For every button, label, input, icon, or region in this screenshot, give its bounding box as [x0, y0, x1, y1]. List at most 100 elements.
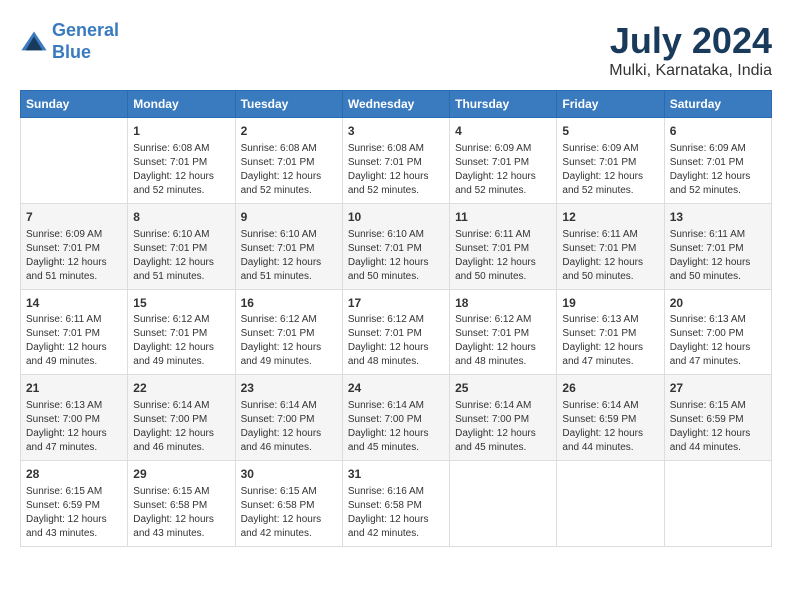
day-number: 30: [241, 466, 337, 483]
calendar-cell: 12 Sunrise: 6:11 AM Sunset: 7:01 PM Dayli…: [557, 203, 664, 289]
calendar-cell: 15Sunrise: 6:12 AM Sunset: 7:01 PM Dayli…: [128, 289, 235, 375]
day-info: Sunrise: 6:14 AM Sunset: 7:00 PM Dayligh…: [348, 399, 444, 455]
calendar-cell: 14Sunrise: 6:11 AM Sunset: 7:01 PM Dayli…: [21, 289, 128, 375]
day-number: 3: [348, 123, 444, 140]
calendar-cell: 8 Sunrise: 6:10 AM Sunset: 7:01 PM Daylig…: [128, 203, 235, 289]
calendar-cell: 21Sunrise: 6:13 AM Sunset: 7:00 PM Dayli…: [21, 375, 128, 461]
calendar-cell: 18Sunrise: 6:12 AM Sunset: 7:01 PM Dayli…: [450, 289, 557, 375]
page-header: General Blue July 2024 Mulki, Karnataka,…: [20, 20, 772, 80]
day-info: Sunrise: 6:14 AM Sunset: 7:00 PM Dayligh…: [133, 399, 229, 455]
day-info: Sunrise: 6:15 AM Sunset: 6:59 PM Dayligh…: [26, 485, 122, 541]
day-info: Sunrise: 6:14 AM Sunset: 6:59 PM Dayligh…: [562, 399, 658, 455]
day-info: Sunrise: 6:16 AM Sunset: 6:58 PM Dayligh…: [348, 485, 444, 541]
day-number: 23: [241, 380, 337, 397]
calendar-week-row: 7 Sunrise: 6:09 AM Sunset: 7:01 PM Daylig…: [21, 203, 772, 289]
day-info: Sunrise: 6:08 AM Sunset: 7:01 PM Dayligh…: [348, 142, 444, 198]
day-number: 15: [133, 295, 229, 312]
day-number: 27: [670, 380, 766, 397]
calendar-cell: 22Sunrise: 6:14 AM Sunset: 7:00 PM Dayli…: [128, 375, 235, 461]
calendar-cell: 16Sunrise: 6:12 AM Sunset: 7:01 PM Dayli…: [235, 289, 342, 375]
calendar-cell: 30 Sunrise: 6:15 AM Sunset: 6:58 PM Dayli…: [235, 461, 342, 547]
day-number: 31: [348, 466, 444, 483]
column-header-monday: Monday: [128, 91, 235, 118]
day-number: 21: [26, 380, 122, 397]
calendar-cell: 20Sunrise: 6:13 AM Sunset: 7:00 PM Dayli…: [664, 289, 771, 375]
calendar-week-row: 28 Sunrise: 6:15 AM Sunset: 6:59 PM Dayli…: [21, 461, 772, 547]
calendar-cell: 29 Sunrise: 6:15 AM Sunset: 6:58 PM Dayli…: [128, 461, 235, 547]
day-info: Sunrise: 6:13 AM Sunset: 7:01 PM Dayligh…: [562, 313, 658, 369]
calendar-cell: 2 Sunrise: 6:08 AM Sunset: 7:01 PM Daylig…: [235, 118, 342, 204]
day-number: 25: [455, 380, 551, 397]
day-info: Sunrise: 6:09 AM Sunset: 7:01 PM Dayligh…: [455, 142, 551, 198]
day-number: 12: [562, 209, 658, 226]
calendar-week-row: 14Sunrise: 6:11 AM Sunset: 7:01 PM Dayli…: [21, 289, 772, 375]
day-number: 20: [670, 295, 766, 312]
calendar-cell: 17Sunrise: 6:12 AM Sunset: 7:01 PM Dayli…: [342, 289, 449, 375]
logo-text-line2: Blue: [52, 42, 119, 64]
calendar-cell: 19Sunrise: 6:13 AM Sunset: 7:01 PM Dayli…: [557, 289, 664, 375]
calendar-cell: [664, 461, 771, 547]
day-number: 6: [670, 123, 766, 140]
day-info: Sunrise: 6:08 AM Sunset: 7:01 PM Dayligh…: [133, 142, 229, 198]
day-number: 9: [241, 209, 337, 226]
day-number: 19: [562, 295, 658, 312]
day-info: Sunrise: 6:15 AM Sunset: 6:58 PM Dayligh…: [241, 485, 337, 541]
day-number: 1: [133, 123, 229, 140]
column-header-sunday: Sunday: [21, 91, 128, 118]
column-header-tuesday: Tuesday: [235, 91, 342, 118]
day-info: Sunrise: 6:12 AM Sunset: 7:01 PM Dayligh…: [348, 313, 444, 369]
calendar-cell: 28 Sunrise: 6:15 AM Sunset: 6:59 PM Dayli…: [21, 461, 128, 547]
day-number: 17: [348, 295, 444, 312]
calendar-cell: 31 Sunrise: 6:16 AM Sunset: 6:58 PM Dayli…: [342, 461, 449, 547]
day-info: Sunrise: 6:10 AM Sunset: 7:01 PM Dayligh…: [348, 228, 444, 284]
calendar-cell: 13Sunrise: 6:11 AM Sunset: 7:01 PM Dayli…: [664, 203, 771, 289]
day-info: Sunrise: 6:10 AM Sunset: 7:01 PM Dayligh…: [133, 228, 229, 284]
day-info: Sunrise: 6:14 AM Sunset: 7:00 PM Dayligh…: [241, 399, 337, 455]
day-number: 2: [241, 123, 337, 140]
column-header-saturday: Saturday: [664, 91, 771, 118]
calendar-cell: 1 Sunrise: 6:08 AM Sunset: 7:01 PM Daylig…: [128, 118, 235, 204]
calendar-table: SundayMondayTuesdayWednesdayThursdayFrid…: [20, 90, 772, 547]
day-number: 18: [455, 295, 551, 312]
day-info: Sunrise: 6:13 AM Sunset: 7:00 PM Dayligh…: [670, 313, 766, 369]
day-number: 4: [455, 123, 551, 140]
day-info: Sunrise: 6:09 AM Sunset: 7:01 PM Dayligh…: [26, 228, 122, 284]
calendar-cell: [450, 461, 557, 547]
calendar-week-row: 1 Sunrise: 6:08 AM Sunset: 7:01 PM Daylig…: [21, 118, 772, 204]
day-info: Sunrise: 6:12 AM Sunset: 7:01 PM Dayligh…: [133, 313, 229, 369]
day-number: 8: [133, 209, 229, 226]
day-info: Sunrise: 6:11 AM Sunset: 7:01 PM Dayligh…: [562, 228, 658, 284]
calendar-header-row: SundayMondayTuesdayWednesdayThursdayFrid…: [21, 91, 772, 118]
calendar-cell: [557, 461, 664, 547]
day-number: 26: [562, 380, 658, 397]
day-number: 29: [133, 466, 229, 483]
logo-icon: [20, 28, 48, 56]
day-number: 7: [26, 209, 122, 226]
day-info: Sunrise: 6:08 AM Sunset: 7:01 PM Dayligh…: [241, 142, 337, 198]
day-info: Sunrise: 6:12 AM Sunset: 7:01 PM Dayligh…: [455, 313, 551, 369]
day-info: Sunrise: 6:09 AM Sunset: 7:01 PM Dayligh…: [562, 142, 658, 198]
day-number: 13: [670, 209, 766, 226]
title-block: July 2024 Mulki, Karnataka, India: [609, 20, 772, 80]
calendar-cell: 3 Sunrise: 6:08 AM Sunset: 7:01 PM Daylig…: [342, 118, 449, 204]
calendar-cell: [21, 118, 128, 204]
day-number: 14: [26, 295, 122, 312]
day-info: Sunrise: 6:12 AM Sunset: 7:01 PM Dayligh…: [241, 313, 337, 369]
day-number: 5: [562, 123, 658, 140]
calendar-cell: 24 Sunrise: 6:14 AM Sunset: 7:00 PM Dayli…: [342, 375, 449, 461]
calendar-cell: 7 Sunrise: 6:09 AM Sunset: 7:01 PM Daylig…: [21, 203, 128, 289]
calendar-cell: 10Sunrise: 6:10 AM Sunset: 7:01 PM Dayli…: [342, 203, 449, 289]
day-info: Sunrise: 6:11 AM Sunset: 7:01 PM Dayligh…: [455, 228, 551, 284]
calendar-cell: 5 Sunrise: 6:09 AM Sunset: 7:01 PM Daylig…: [557, 118, 664, 204]
column-header-wednesday: Wednesday: [342, 91, 449, 118]
day-number: 11: [455, 209, 551, 226]
calendar-cell: 9Sunrise: 6:10 AM Sunset: 7:01 PM Daylig…: [235, 203, 342, 289]
calendar-cell: 26 Sunrise: 6:14 AM Sunset: 6:59 PM Dayli…: [557, 375, 664, 461]
main-title: July 2024: [609, 20, 772, 62]
logo-text-line1: General: [52, 20, 119, 42]
subtitle: Mulki, Karnataka, India: [609, 62, 772, 80]
day-number: 24: [348, 380, 444, 397]
day-number: 28: [26, 466, 122, 483]
calendar-cell: 6Sunrise: 6:09 AM Sunset: 7:01 PM Daylig…: [664, 118, 771, 204]
day-info: Sunrise: 6:15 AM Sunset: 6:58 PM Dayligh…: [133, 485, 229, 541]
